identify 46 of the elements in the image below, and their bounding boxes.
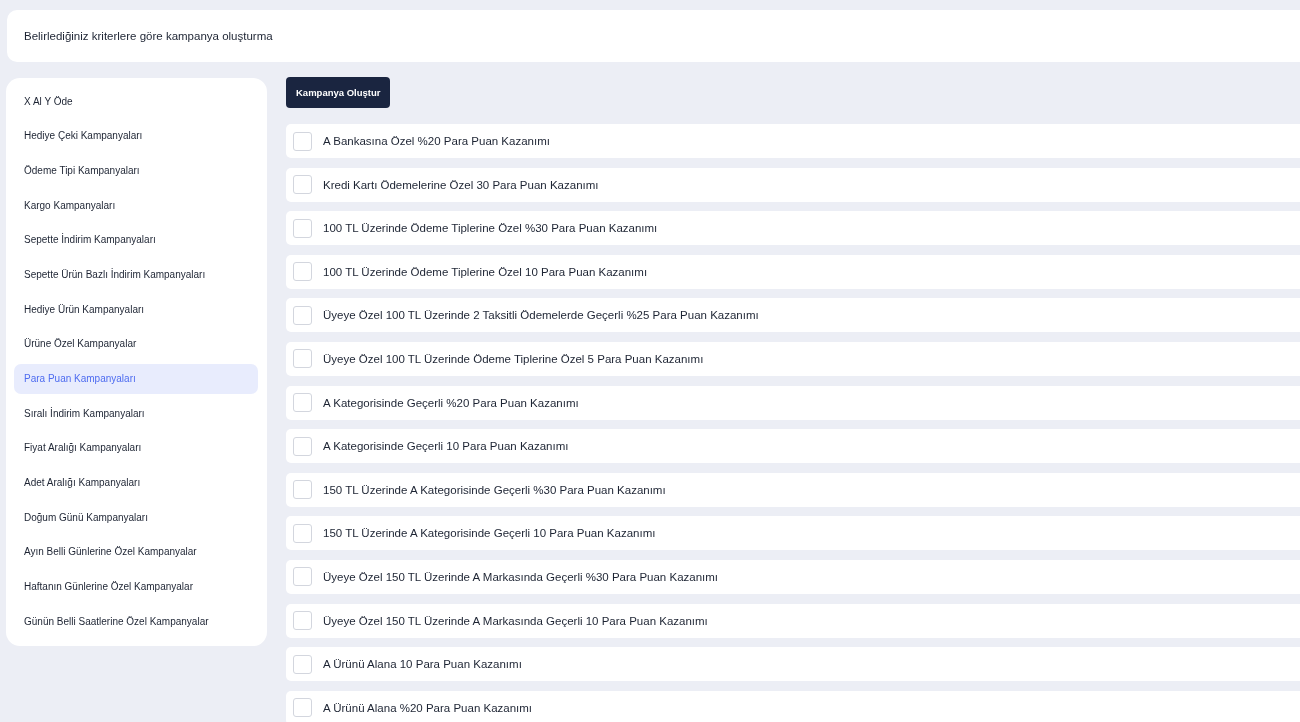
sidebar-item[interactable]: Kargo Kampanyaları xyxy=(14,190,258,221)
sidebar-item[interactable]: Ayın Belli Günlerine Özel Kampanyalar xyxy=(14,536,258,567)
campaign-label: A Kategorisinde Geçerli 10 Para Puan Kazanımı xyxy=(323,440,569,453)
checkbox[interactable] xyxy=(293,131,312,151)
sidebar-item[interactable]: Sıralı İndirim Kampanyaları xyxy=(14,398,258,429)
campaign-label: A Ürünü Alana %20 Para Puan Kazanımı xyxy=(323,701,533,714)
checkbox[interactable] xyxy=(293,611,312,631)
sidebar-item[interactable]: Fiyat Aralığı Kampanyaları xyxy=(14,432,258,463)
checkbox[interactable] xyxy=(293,218,312,238)
campaign-label: A Kategorisinde Geçerli %20 Para Puan Kazanımı xyxy=(323,396,579,409)
campaign-label: 150 TL Üzerinde A Kategorisinde Geçerli 10 Para Puan Kazanımı xyxy=(323,527,656,540)
checkbox[interactable] xyxy=(293,654,312,674)
sidebar-item[interactable]: Hediye Çeki Kampanyaları xyxy=(14,120,258,151)
campaign-label: A Bankasına Özel %20 Para Puan Kazanımı xyxy=(323,135,550,147)
sidebar-item[interactable]: Günün Belli Saatlerine Özel Kampanyalar xyxy=(14,606,258,637)
checkbox[interactable] xyxy=(293,305,312,325)
checkbox[interactable] xyxy=(293,175,312,195)
campaign-label: Üyeye Özel 150 TL Üzerinde A Markasında Geçerli %30 Para Puan Kazanımı xyxy=(323,570,719,583)
campaign-label: 100 TL Üzerinde Ödeme Tiplerine Özel 10 Para Puan Kazanımı xyxy=(323,265,648,278)
sidebar-item[interactable]: X Al Y Öde xyxy=(14,86,258,116)
page-title: Belirlediğiniz kriterlere göre kampanya oluşturma xyxy=(24,30,273,42)
sidebar-item[interactable]: Sepette İndirim Kampanyaları xyxy=(14,224,258,255)
checkbox[interactable] xyxy=(293,480,312,500)
sidebar-item[interactable]: Adet Aralığı Kampanyaları xyxy=(14,467,258,498)
checkbox[interactable] xyxy=(293,436,312,456)
sidebar-item[interactable]: Doğum Günü Kampanyaları xyxy=(14,502,258,533)
campaign-label: Üyeye Özel 100 TL Üzerinde Ödeme Tiplerine Özel 5 Para Puan Kazanımı xyxy=(323,352,704,365)
sidebar-item[interactable]: Ürüne Özel Kampanyalar xyxy=(14,328,258,359)
create-campaign-button[interactable]: Kampanya Oluştur xyxy=(286,77,391,108)
checkbox[interactable] xyxy=(293,349,312,369)
checkbox[interactable] xyxy=(293,262,312,282)
campaign-label: Üyeye Özel 150 TL Üzerinde A Markasında Geçerli 10 Para Puan Kazanımı xyxy=(323,614,708,627)
checkbox[interactable] xyxy=(293,698,312,718)
sidebar-item[interactable]: Hediye Ürün Kampanyaları xyxy=(14,294,258,325)
campaign-label: 150 TL Üzerinde A Kategorisinde Geçerli %30 Para Puan Kazanımı xyxy=(323,483,666,496)
campaign-label: Kredi Kartı Ödemelerine Özel 30 Para Puan Kazanımı xyxy=(323,178,599,191)
checkbox[interactable] xyxy=(293,393,312,413)
checkbox[interactable] xyxy=(293,523,312,543)
sidebar-item[interactable]: Ödeme Tipi Kampanyaları xyxy=(14,155,258,186)
checkbox[interactable] xyxy=(293,567,312,587)
campaign-label: Üyeye Özel 100 TL Üzerinde 2 Taksitli Ödemelerde Geçerli %25 Para Puan Kazanımı xyxy=(323,309,759,322)
sidebar-item[interactable]: Para Puan Kampanyaları xyxy=(14,363,258,394)
campaign-label: A Ürünü Alana 10 Para Puan Kazanımı xyxy=(323,658,522,671)
sidebar-item[interactable]: Haftanın Günlerine Özel Kampanyalar xyxy=(14,571,258,602)
campaign-label: 100 TL Üzerinde Ödeme Tiplerine Özel %30 Para Puan Kazanımı xyxy=(323,222,658,235)
sidebar-item[interactable]: Sepette Ürün Bazlı İndirim Kampanyaları xyxy=(14,259,258,290)
